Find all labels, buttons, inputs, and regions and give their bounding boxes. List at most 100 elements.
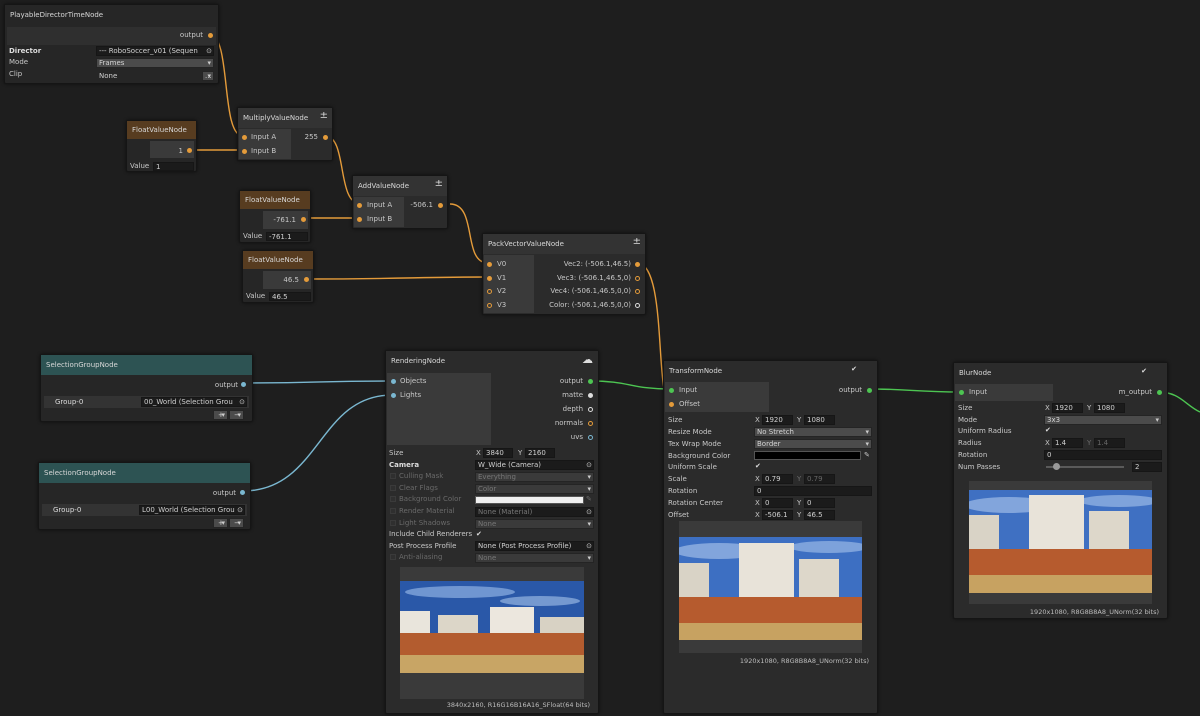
rotation-center-x-field[interactable]: 0 (762, 498, 793, 508)
clear-flags-dropdown[interactable]: Color (475, 484, 594, 494)
rendering-node[interactable]: RenderingNode ☁ Objects Lights output ma… (385, 350, 599, 714)
transform-node[interactable]: TransformNode ✔ Input Offset output Size… (663, 360, 878, 714)
plus-minus-icon[interactable]: ± (435, 178, 443, 189)
vec2-output-port[interactable] (635, 262, 640, 267)
blur-node[interactable]: BlurNode ✔ Input m_output Size X 1920 Y … (953, 362, 1168, 619)
float-value-node-3[interactable]: FloatValueNode 46.5 Value 46.5 (242, 250, 314, 303)
float-value-node-1[interactable]: FloatValueNode 1 Value 1 (126, 120, 197, 172)
output-port[interactable] (1157, 390, 1162, 395)
output-port[interactable] (240, 490, 245, 495)
director-field[interactable]: --- RoboSoccer_v01 (Sequen ⊙ (96, 46, 214, 56)
uniform-scale-checkbox[interactable]: ✔ (755, 462, 761, 470)
size-x-field[interactable]: 3840 (483, 448, 513, 458)
vec3-output-port[interactable] (635, 276, 640, 281)
offset-x-field[interactable]: -506.1 (762, 510, 793, 520)
resize-mode-dropdown[interactable]: No Stretch (754, 427, 872, 437)
anti-aliasing-dropdown[interactable]: None (475, 553, 594, 563)
output-port[interactable] (208, 33, 213, 38)
pack-vector-value-node[interactable]: PackVectorValueNode ± V0 V1 V2 V3 Vec2: … (482, 233, 646, 315)
background-color-checkbox[interactable] (390, 496, 396, 502)
render-material-checkbox[interactable] (390, 508, 396, 514)
object-picker-icon[interactable]: ⊙ (237, 506, 243, 514)
object-picker-icon[interactable]: ⊙ (586, 508, 592, 516)
camera-field[interactable]: W_Wide (Camera) ⊙ (475, 460, 594, 470)
node-graph-canvas[interactable]: PlayableDirectorTimeNode output Director… (0, 0, 1200, 716)
size-x-field[interactable]: 1920 (762, 415, 793, 425)
background-color-swatch[interactable] (475, 496, 584, 504)
playable-director-time-node[interactable]: PlayableDirectorTimeNode output Director… (4, 4, 219, 84)
input-b-port[interactable] (242, 149, 247, 154)
culling-mask-checkbox[interactable] (390, 473, 396, 479)
object-picker-icon[interactable]: ⊙ (239, 398, 245, 406)
plus-minus-icon[interactable]: ± (633, 236, 641, 247)
input-a-port[interactable] (357, 203, 362, 208)
value-field[interactable]: 1 (153, 162, 194, 171)
group-field[interactable]: L00_World (Selection Grou ⊙ (139, 505, 245, 515)
output-port[interactable] (867, 388, 872, 393)
output-port[interactable] (323, 135, 328, 140)
vec4-output-port[interactable] (635, 289, 640, 294)
num-passes-slider-handle[interactable] (1053, 463, 1060, 470)
rotation-field[interactable]: 0 (754, 486, 872, 496)
object-picker-icon[interactable]: ⊙ (586, 461, 592, 469)
wrap-mode-dropdown[interactable]: Border (754, 439, 872, 449)
scale-y-field[interactable]: 0.79 (804, 474, 835, 484)
output-port[interactable] (588, 379, 593, 384)
multiply-value-node[interactable]: MultiplyValueNode ± Input A Input B 255 (237, 107, 333, 161)
value-field[interactable]: -761.1 (266, 232, 308, 241)
plus-minus-icon[interactable]: ± (320, 110, 328, 121)
add-group-button[interactable]: + (213, 410, 228, 420)
clip-field[interactable]: None (96, 71, 193, 81)
object-picker-icon[interactable]: ⊙ (586, 542, 592, 550)
color-output-port[interactable] (635, 303, 640, 308)
matte-port[interactable] (588, 393, 593, 398)
input-port[interactable] (959, 390, 964, 395)
output-port[interactable] (241, 382, 246, 387)
light-shadows-dropdown[interactable]: None (475, 519, 594, 529)
float-value-node-2[interactable]: FloatValueNode -761.1 Value -761.1 (239, 190, 311, 243)
output-port[interactable] (301, 217, 306, 222)
enable-checkbox[interactable]: ✔ (851, 365, 857, 373)
include-child-checkbox[interactable]: ✔ (476, 530, 482, 538)
add-value-node[interactable]: AddValueNode ± Input A Input B -506.1 (352, 175, 448, 229)
num-passes-field[interactable]: 2 (1132, 462, 1162, 472)
mode-dropdown[interactable]: Frames (96, 58, 214, 68)
uniform-radius-checkbox[interactable]: ✔ (1045, 426, 1051, 434)
remove-group-button[interactable]: − (229, 410, 244, 420)
culling-mask-dropdown[interactable]: Everything (475, 472, 594, 482)
cloud-icon[interactable]: ☁ (582, 353, 593, 366)
background-color-swatch[interactable] (754, 451, 861, 460)
uvs-port[interactable] (588, 435, 593, 440)
objects-input-port[interactable] (391, 379, 396, 384)
rotation-field[interactable]: 0 (1044, 450, 1162, 460)
v1-port[interactable] (487, 276, 492, 281)
clip-browse-button[interactable]: ... (202, 71, 214, 81)
eyedropper-icon[interactable]: ✎ (586, 495, 592, 503)
add-group-button[interactable]: + (213, 518, 228, 528)
output-port[interactable] (304, 277, 309, 282)
offset-y-field[interactable]: 46.5 (804, 510, 835, 520)
output-port[interactable] (187, 148, 192, 153)
output-port[interactable] (438, 203, 443, 208)
mode-dropdown[interactable]: 3x3 (1044, 415, 1162, 425)
value-field[interactable]: 46.5 (269, 292, 311, 301)
depth-port[interactable] (588, 407, 593, 412)
light-shadows-checkbox[interactable] (390, 520, 396, 526)
enable-checkbox[interactable]: ✔ (1141, 367, 1147, 375)
scale-x-field[interactable]: 0.79 (762, 474, 793, 484)
size-y-field[interactable]: 1080 (804, 415, 835, 425)
normals-port[interactable] (588, 421, 593, 426)
rotation-center-y-field[interactable]: 0 (804, 498, 835, 508)
v2-port[interactable] (487, 289, 492, 294)
eyedropper-icon[interactable]: ✎ (864, 451, 870, 459)
selection-group-node-1[interactable]: SelectionGroupNode output Group-0 00_Wor… (40, 354, 253, 422)
selection-group-node-2[interactable]: SelectionGroupNode output Group-0 L00_Wo… (38, 462, 251, 530)
anti-aliasing-checkbox[interactable] (390, 554, 396, 560)
input-port[interactable] (669, 388, 674, 393)
post-process-field[interactable]: None (Post Process Profile) ⊙ (475, 541, 594, 551)
size-x-field[interactable]: 1920 (1052, 403, 1083, 413)
radius-y-field[interactable]: 1.4 (1094, 438, 1125, 448)
offset-port[interactable] (669, 402, 674, 407)
size-y-field[interactable]: 2160 (525, 448, 555, 458)
clear-flags-checkbox[interactable] (390, 485, 396, 491)
